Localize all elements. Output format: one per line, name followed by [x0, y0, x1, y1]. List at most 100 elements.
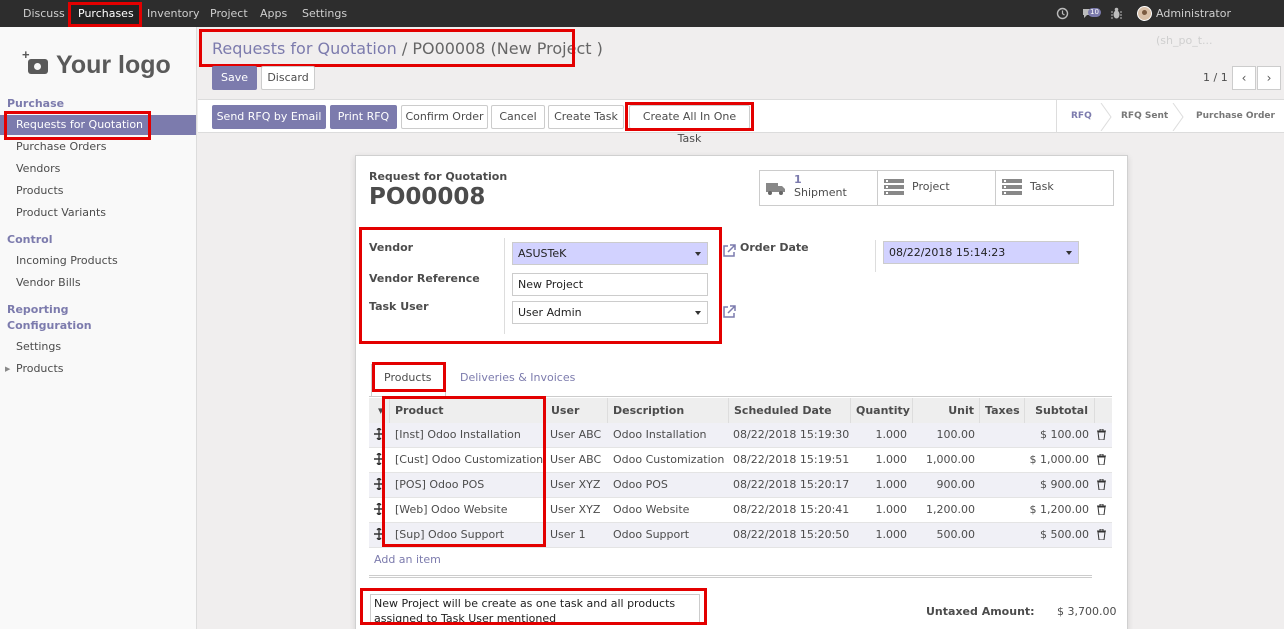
column-header-user[interactable]: User	[546, 398, 608, 423]
print-rfq-button[interactable]: Print RFQ	[330, 105, 397, 129]
cell-product: [Inst] Odoo Installation	[395, 428, 521, 441]
task-user-label: Task User	[369, 300, 429, 313]
sidebar-item-purchase-orders[interactable]: Purchase Orders	[0, 137, 196, 157]
column-header-unit-price[interactable]: Unit Price	[913, 398, 980, 442]
order-date-input[interactable]: 08/22/2018 15:14:23	[883, 241, 1079, 264]
drag-handle-icon[interactable]	[374, 478, 384, 490]
create-task-button[interactable]: Create Task	[548, 105, 624, 129]
cell-quantity: 1.000	[875, 428, 908, 441]
cell-user: User 1	[550, 528, 586, 541]
menu-apps[interactable]: Apps	[260, 0, 287, 27]
tab-underline	[369, 396, 1112, 397]
sidebar-item-products[interactable]: Products	[0, 181, 196, 201]
cell-scheduled-date: 08/22/2018 15:19:51	[733, 453, 850, 466]
column-header-product[interactable]: Product	[390, 398, 546, 423]
send-rfq-email-button[interactable]: Send RFQ by Email	[212, 105, 326, 129]
sidebar-item-rfq[interactable]: Requests for Quotation	[0, 115, 196, 135]
menu-project[interactable]: Project	[210, 0, 248, 27]
dropdown-arrow-icon	[695, 252, 701, 256]
table-row[interactable]: [POS] Odoo POS User XYZ Odoo POS 08/22/2…	[369, 473, 1112, 498]
camera-icon	[22, 47, 48, 74]
user-menu[interactable]: Administrator (sh_po_t...	[1156, 0, 1284, 47]
stage-separator	[1100, 103, 1112, 131]
column-header-taxes[interactable]: Taxes	[980, 398, 1025, 423]
clock-icon[interactable]	[1056, 7, 1069, 20]
save-button[interactable]: Save	[212, 66, 257, 90]
cell-subtotal: $ 1,000.00	[1029, 453, 1089, 466]
dropdown-arrow-icon	[695, 311, 701, 315]
drag-handle-icon[interactable]	[374, 453, 384, 465]
drag-handle-icon[interactable]	[374, 528, 384, 540]
vendor-label: Vendor	[369, 241, 414, 254]
cancel-button[interactable]: Cancel	[491, 105, 545, 129]
drag-handle-icon[interactable]	[374, 503, 384, 515]
notes-textarea[interactable]: New Project will be create as one task a…	[370, 594, 700, 624]
external-link-icon[interactable]	[723, 244, 736, 257]
column-header-subtotal[interactable]: Subtotal	[1025, 398, 1095, 423]
sidebar-item-settings[interactable]: Settings	[0, 337, 196, 357]
create-all-in-one-task-button[interactable]: Create All In One Task	[629, 105, 750, 145]
stage-separator	[1172, 103, 1184, 131]
pager-value: 1 / 1	[1203, 71, 1228, 84]
stage-rfq-sent[interactable]: RFQ Sent	[1121, 104, 1168, 129]
pager-next-button[interactable]: ›	[1257, 66, 1281, 90]
table-row[interactable]: [Web] Odoo Website User XYZ Odoo Website…	[369, 498, 1112, 523]
stage-purchase-order[interactable]: Purchase Order	[1196, 104, 1275, 129]
external-link-icon[interactable]	[723, 305, 736, 318]
table-row[interactable]: [Inst] Odoo Installation User ABC Odoo I…	[369, 423, 1112, 448]
sidebar-item-config-products[interactable]: Products	[0, 359, 196, 379]
vendor-select[interactable]: ASUSTeK	[512, 242, 708, 265]
trash-icon[interactable]	[1097, 429, 1106, 440]
stage-rfq[interactable]: RFQ	[1071, 104, 1092, 129]
sidebar-item-incoming-products[interactable]: Incoming Products	[0, 251, 196, 271]
column-header-scheduled-date[interactable]: Scheduled Date	[729, 398, 851, 423]
form-sheet	[355, 155, 1128, 629]
drag-handle-icon[interactable]	[374, 428, 384, 440]
confirm-order-button[interactable]: Confirm Order	[401, 105, 488, 129]
form-subtitle: Request for Quotation	[369, 170, 508, 183]
table-row[interactable]: [Cust] Odoo Customization User ABC Odoo …	[369, 448, 1112, 473]
tab-deliveries-invoices[interactable]: Deliveries & Invoices	[460, 371, 575, 384]
sidebar-item-product-variants[interactable]: Product Variants	[0, 203, 196, 223]
task-smart-button[interactable]: Task	[995, 170, 1114, 206]
trash-icon[interactable]	[1097, 504, 1106, 515]
menu-discuss[interactable]: Discuss	[23, 0, 65, 27]
table-row[interactable]: [Sup] Odoo Support User 1 Odoo Support 0…	[369, 523, 1112, 548]
caret-right-icon[interactable]: ▶	[5, 365, 10, 373]
shipment-smart-button[interactable]: 1 Shipment	[759, 170, 878, 206]
pager-previous-button[interactable]: ‹	[1232, 66, 1256, 90]
top-navbar: Discuss Purchases Inventory Project Apps…	[0, 0, 1284, 47]
vendor-reference-label: Vendor Reference	[369, 272, 480, 285]
cell-user: User ABC	[550, 428, 602, 441]
menu-purchases[interactable]: Purchases	[70, 0, 140, 27]
vendor-reference-input[interactable]: New Project	[512, 273, 708, 296]
breadcrumb-parent[interactable]: Requests for Quotation	[212, 39, 397, 58]
column-header-description[interactable]: Description	[608, 398, 729, 423]
trash-icon[interactable]	[1097, 454, 1106, 465]
column-header-quantity[interactable]: Quantity	[851, 398, 913, 423]
chevron-left-icon: ‹	[1241, 71, 1247, 85]
project-smart-button[interactable]: Project	[877, 170, 996, 206]
user-avatar[interactable]	[1137, 6, 1152, 21]
sidebar-section-reporting[interactable]: Reporting	[7, 303, 69, 316]
discard-button[interactable]: Discard	[261, 66, 315, 90]
cell-quantity: 1.000	[875, 453, 908, 466]
trash-icon[interactable]	[1097, 529, 1106, 540]
cell-quantity: 1.000	[875, 528, 908, 541]
sidebar-item-vendor-bills[interactable]: Vendor Bills	[0, 273, 196, 293]
cell-subtotal: $ 100.00	[1040, 428, 1089, 441]
add-item-link[interactable]: Add an item	[374, 553, 441, 566]
breadcrumb-separator: /	[401, 39, 408, 58]
cell-description: Odoo Installation	[613, 428, 707, 441]
sidebar-item-vendors[interactable]: Vendors	[0, 159, 196, 179]
cell-unit-price: 900.00	[936, 478, 976, 491]
cell-description: Odoo POS	[613, 478, 668, 491]
menu-settings[interactable]: Settings	[302, 0, 347, 27]
cell-user: User XYZ	[550, 478, 601, 491]
bug-icon[interactable]	[1111, 7, 1122, 20]
cell-user: User XYZ	[550, 503, 601, 516]
menu-inventory[interactable]: Inventory	[147, 0, 200, 27]
task-user-select[interactable]: User Admin	[512, 301, 708, 324]
company-logo: Your logo	[22, 47, 171, 80]
trash-icon[interactable]	[1097, 479, 1106, 490]
